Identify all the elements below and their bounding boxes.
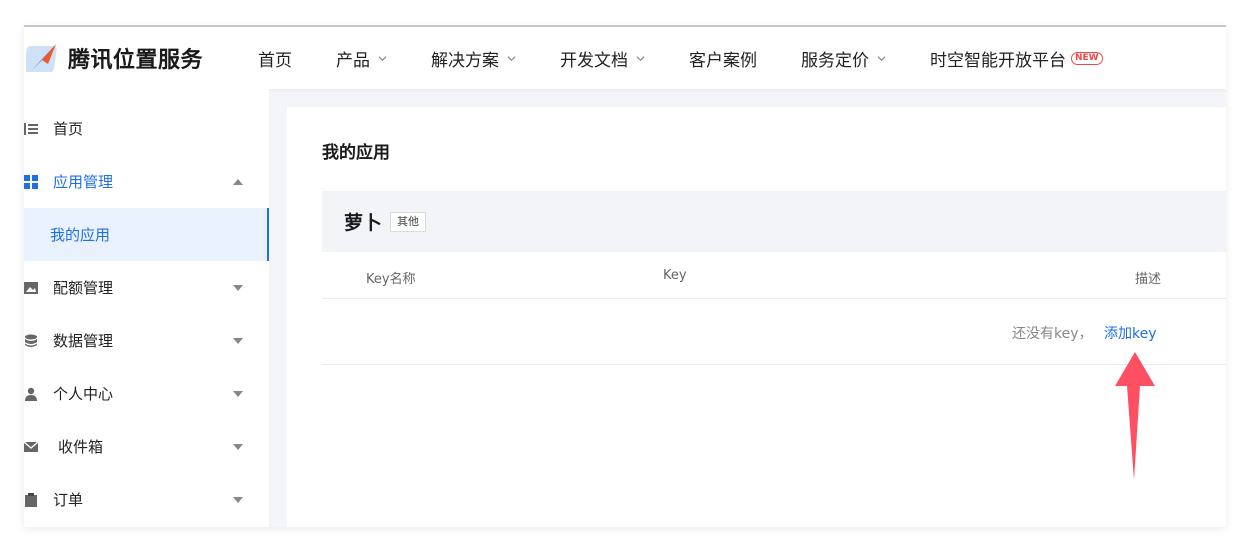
annotation-arrow-icon [1115, 352, 1155, 480]
